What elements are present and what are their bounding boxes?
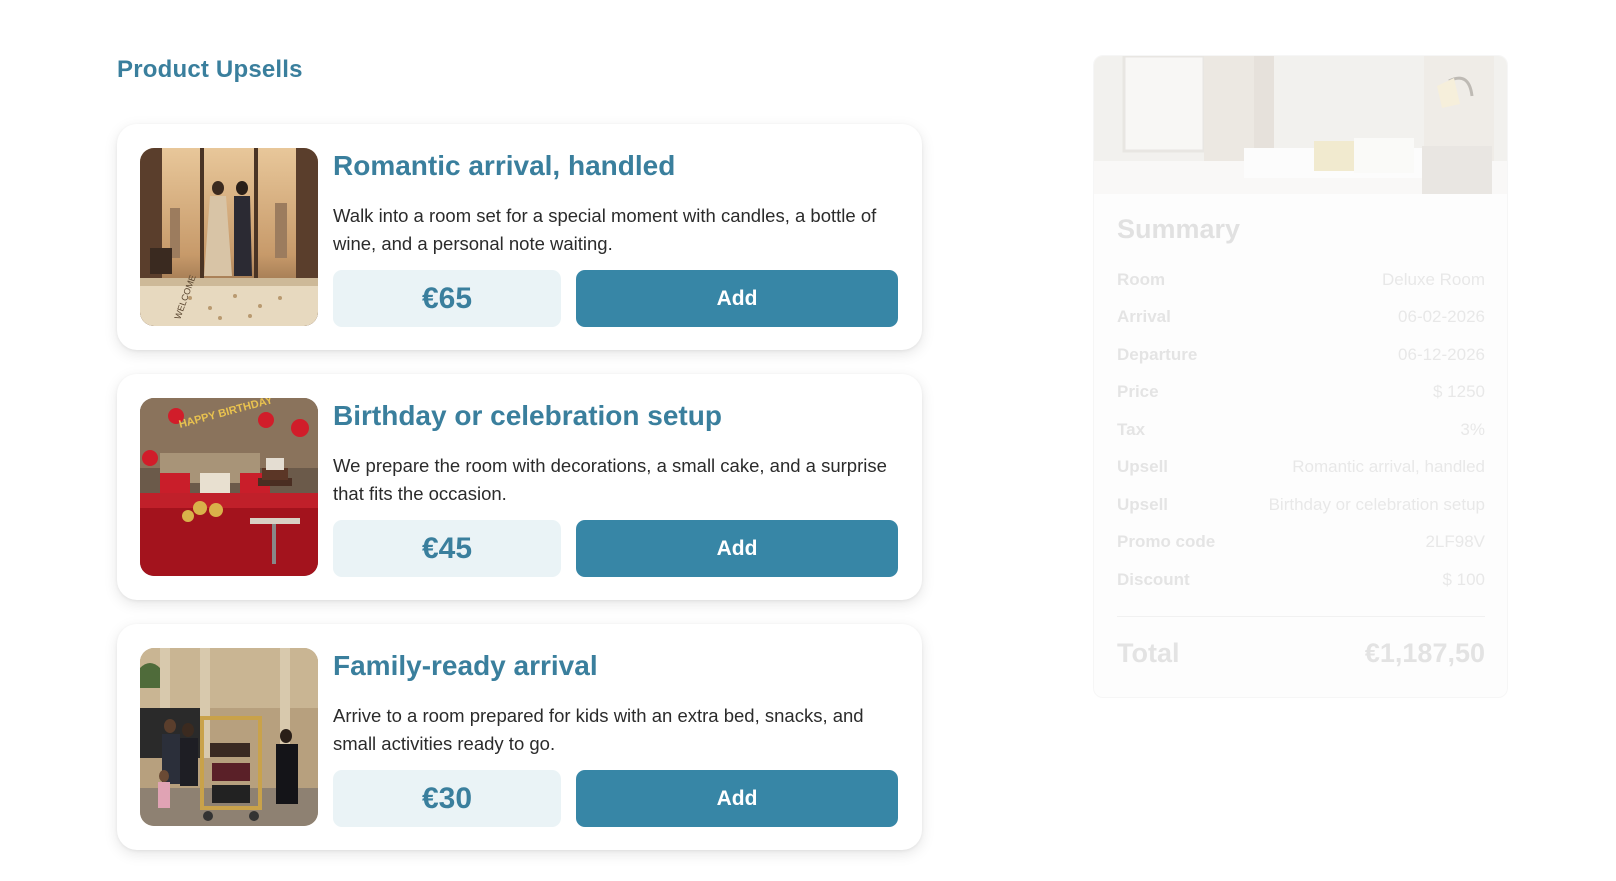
upsell-card-romantic: WELCOME Romantic arrival, handled Walk i… xyxy=(117,124,922,350)
total-value: €1,187,50 xyxy=(1364,638,1485,668)
upsell-card-birthday: HAPPY BIRTHDAY Birthday or celebration s… xyxy=(117,374,922,600)
upsell-price: €65 xyxy=(333,270,561,327)
summary-label: Arrival xyxy=(1117,307,1171,327)
summary-row-room: Room Deluxe Room xyxy=(1117,261,1485,299)
summary-row-promo-code: Promo code 2LF98V xyxy=(1117,524,1485,562)
summary-row-upsell: Upsell Birthday or celebration setup xyxy=(1117,486,1485,524)
upsell-card-family: Family-ready arrival Arrive to a room pr… xyxy=(117,624,922,850)
upsell-description: Walk into a room set for a special momen… xyxy=(333,205,877,254)
upsell-title: Birthday or celebration setup xyxy=(333,400,722,431)
summary-row-price: Price $ 1250 xyxy=(1117,374,1485,412)
upsell-price: €30 xyxy=(333,770,561,827)
summary-value: Deluxe Room xyxy=(1382,269,1485,289)
total-label: Total xyxy=(1117,638,1180,668)
summary-label: Upsell xyxy=(1117,494,1169,514)
summary-row-arrival: Arrival 06-02-2026 xyxy=(1117,299,1485,337)
summary-label: Departure xyxy=(1117,344,1198,364)
summary-label: Price xyxy=(1117,382,1159,402)
summary-value: 06-12-2026 xyxy=(1398,344,1485,364)
summary-label: Tax xyxy=(1117,419,1146,439)
summary-divider xyxy=(1117,616,1485,617)
add-family-button[interactable]: Add xyxy=(576,770,898,827)
birthday-setup-image: HAPPY BIRTHDAY xyxy=(140,398,318,576)
summary-value: Birthday or celebration setup xyxy=(1268,494,1485,514)
summary-value: 2LF98V xyxy=(1425,532,1485,552)
summary-row-departure: Departure 06-12-2026 xyxy=(1117,336,1485,374)
add-romantic-button[interactable]: Add xyxy=(576,270,898,327)
summary-panel: Summary Room Deluxe Room Arrival 06-02-2… xyxy=(1093,55,1508,698)
summary-value: Romantic arrival, handled xyxy=(1292,457,1485,477)
upsell-price: €45 xyxy=(333,520,561,577)
summary-value: $ 100 xyxy=(1442,569,1485,589)
romantic-arrival-image: WELCOME xyxy=(140,148,318,326)
summary-title: Summary xyxy=(1117,214,1241,244)
summary-value: 06-02-2026 xyxy=(1398,307,1485,327)
summary-label: Room xyxy=(1117,269,1166,289)
summary-total: Total €1,187,50 xyxy=(1117,638,1485,669)
summary-rows: Room Deluxe Room Arrival 06-02-2026 Depa… xyxy=(1117,261,1485,599)
room-image xyxy=(1094,56,1507,194)
summary-label: Upsell xyxy=(1117,457,1169,477)
upsell-title: Family-ready arrival xyxy=(333,650,598,681)
summary-value: 3% xyxy=(1460,419,1485,439)
upsell-description: We prepare the room with decorations, a … xyxy=(333,455,887,504)
upsell-description: Arrive to a room prepared for kids with … xyxy=(333,705,864,754)
upsell-title: Romantic arrival, handled xyxy=(333,150,676,181)
summary-row-tax: Tax 3% xyxy=(1117,411,1485,449)
family-arrival-image xyxy=(140,648,318,826)
summary-value: $ 1250 xyxy=(1433,382,1485,402)
page-title: Product Upsells xyxy=(117,56,303,83)
summary-label: Promo code xyxy=(1117,532,1216,552)
summary-row-discount: Discount $ 100 xyxy=(1117,561,1485,599)
summary-label: Discount xyxy=(1117,569,1190,589)
summary-row-upsell: Upsell Romantic arrival, handled xyxy=(1117,449,1485,487)
add-birthday-button[interactable]: Add xyxy=(576,520,898,577)
